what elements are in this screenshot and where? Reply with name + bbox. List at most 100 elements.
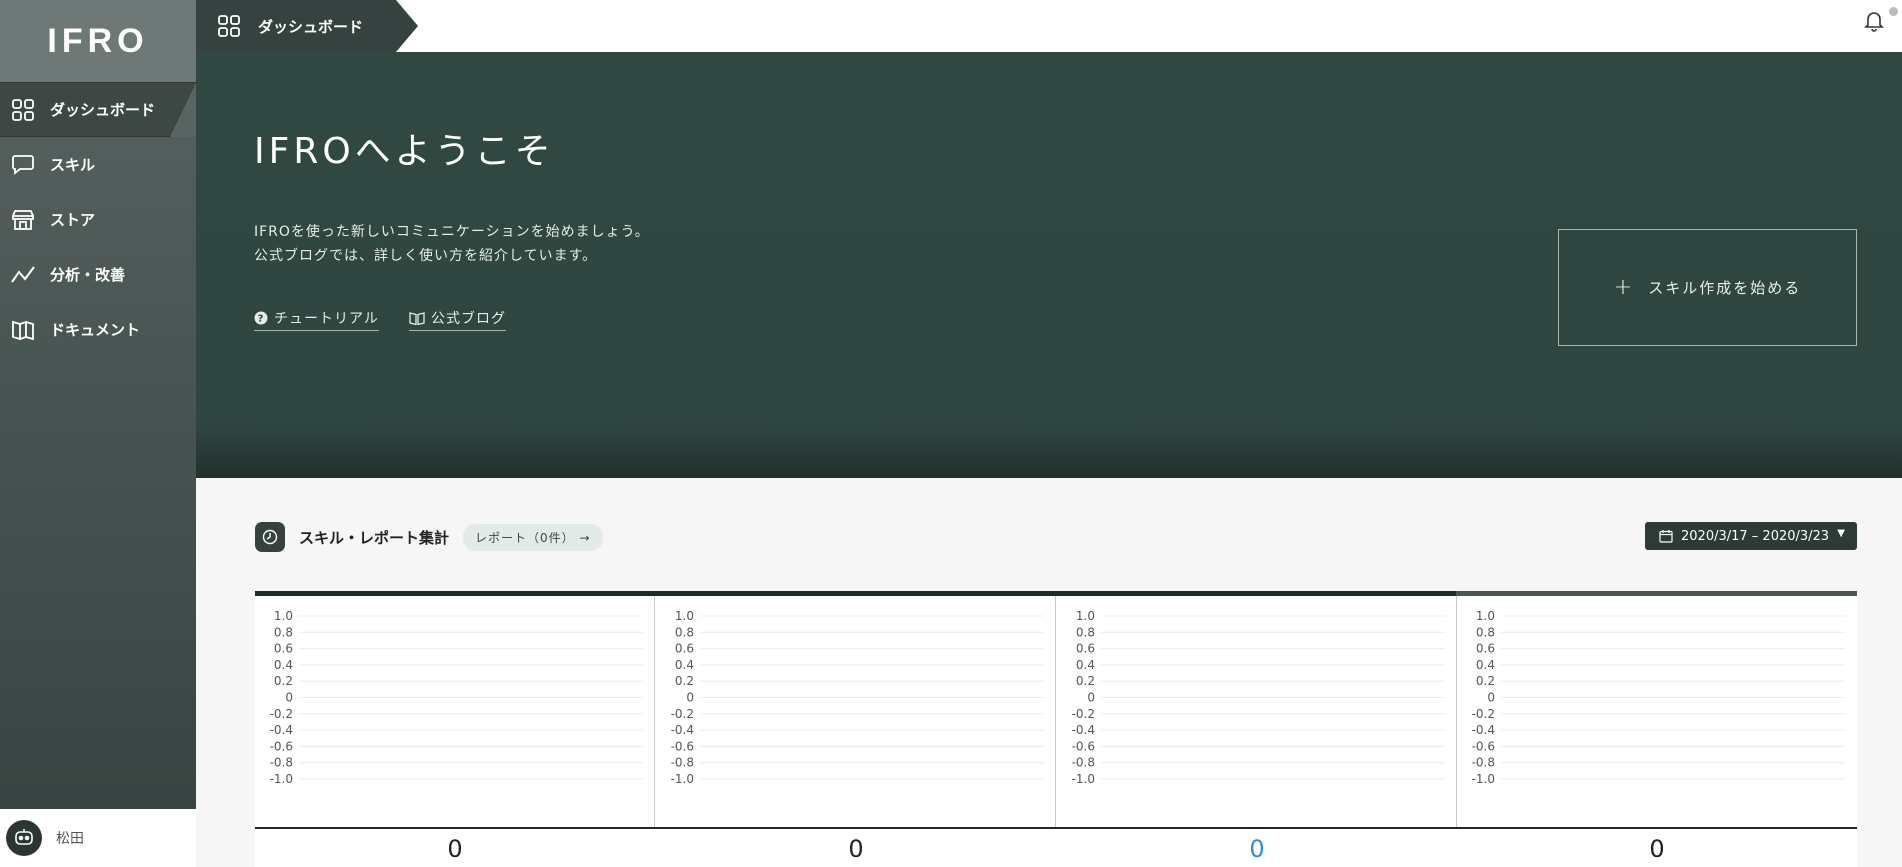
y-tick-label: -0.8 xyxy=(270,756,293,770)
y-tick-label: 0 xyxy=(686,691,694,705)
store-icon xyxy=(10,207,36,233)
start-button-label: スキル作成を始める xyxy=(1648,279,1802,297)
y-tick-label: 0.4 xyxy=(1076,658,1095,672)
sidebar-item-analysis[interactable]: 分析・改善 xyxy=(0,247,196,302)
y-tick-label: 1.0 xyxy=(1476,609,1495,623)
user-name: 松田 xyxy=(56,831,84,847)
clock-icon xyxy=(255,522,285,552)
sidebar-item-document[interactable]: ドキュメント xyxy=(0,302,196,357)
y-tick-label: 0.6 xyxy=(1476,642,1495,656)
y-tick-label: 0.2 xyxy=(675,674,694,688)
y-tick-label: -0.6 xyxy=(1072,739,1095,753)
y-tick-label: 0 xyxy=(285,691,293,705)
chart: 1.0 0.8 0.6 0.4 0.2 0 -0.2 -0.4 -0.6 -0.8 -1.0 xyxy=(1072,609,1445,786)
report-count-link[interactable]: レポート（0件） → xyxy=(463,523,603,551)
y-tick-label: -0.4 xyxy=(1072,723,1095,737)
y-tick-label: -0.4 xyxy=(671,723,694,737)
report-header: スキル・レポート集計 レポート（0件） → xyxy=(255,522,603,552)
y-tick-label: -0.6 xyxy=(671,739,694,753)
y-tick-label: -0.8 xyxy=(1072,756,1095,770)
sidebar-item-dashboard[interactable]: ダッシュボード xyxy=(0,82,196,137)
y-tick-label: 1.0 xyxy=(675,609,694,623)
sidebar-item-label: ダッシュボード xyxy=(50,101,156,119)
y-tick-label: 0 xyxy=(1487,691,1495,705)
y-tick-label: -0.2 xyxy=(1072,707,1095,721)
y-tick-label: 0.6 xyxy=(274,642,293,656)
plus-icon: + xyxy=(1613,275,1635,300)
y-tick-label: -1.0 xyxy=(1072,772,1095,786)
total-value[interactable]: 0 xyxy=(1057,835,1457,863)
chart: 1.0 0.8 0.6 0.4 0.2 0 -0.2 -0.4 -0.6 -0.8 -1.0 xyxy=(270,609,643,786)
y-tick-label: 1.0 xyxy=(274,609,293,623)
book-icon xyxy=(409,312,425,325)
total-value: 0 xyxy=(447,835,463,863)
breadcrumb[interactable]: ダッシュボード xyxy=(196,0,418,52)
user-menu[interactable]: 松田 xyxy=(0,809,196,867)
total-value: 0 xyxy=(1649,835,1665,863)
sidebar-item-label: ストア xyxy=(50,211,96,229)
tutorial-link-label: チュートリアル xyxy=(274,311,379,327)
y-tick-label: -0.2 xyxy=(1472,707,1495,721)
y-tick-label: -1.0 xyxy=(270,772,293,786)
hero-description-line: 公式ブログでは、詳しく使い方を紹介しています。 xyxy=(254,248,598,264)
hero-description-line: IFROを使った新しいコミュニケーションを始めましょう。 xyxy=(254,224,650,240)
tutorial-link[interactable]: ? チュートリアル xyxy=(254,308,379,331)
top-bar: ダッシュボード xyxy=(196,0,1902,52)
calendar-icon xyxy=(1659,530,1673,543)
date-range-picker[interactable]: 2020/3/17 – 2020/3/23 ▼ xyxy=(1645,522,1857,550)
sidebar-item-label: ドキュメント xyxy=(50,321,141,339)
start-skill-creation-button[interactable]: + スキル作成を始める xyxy=(1558,229,1857,346)
totals-row: 0 0 0 0 xyxy=(255,827,1857,867)
grid-icon xyxy=(216,13,242,39)
robot-avatar-icon xyxy=(6,820,42,856)
blog-link[interactable]: 公式ブログ xyxy=(409,308,506,331)
question-circle-icon: ? xyxy=(254,311,268,325)
y-tick-label: 0.8 xyxy=(1476,625,1495,639)
chart-panel: 1.0 0.8 0.6 0.4 0.2 0 -0.2 -0.4 -0.6 -0.8 -1.0 xyxy=(1457,596,1857,827)
sidebar-nav: ダッシュボード スキル ストア 分析・改善 ドキュメント xyxy=(0,82,196,357)
y-tick-label: -0.8 xyxy=(671,756,694,770)
y-tick-label: 0 xyxy=(1087,691,1095,705)
chart-panel: 1.0 0.8 0.6 0.4 0.2 0 -0.2 -0.4 -0.6 -0.8 -1.0 xyxy=(1057,596,1457,827)
chart: 1.0 0.8 0.6 0.4 0.2 0 -0.2 -0.4 -0.6 -0.8 -1.0 xyxy=(1472,609,1845,786)
y-tick-label: 0.2 xyxy=(1076,674,1095,688)
welcome-hero: IFROへようこそ IFROを使った新しいコミュニケーションを始めましょう。 公… xyxy=(196,52,1902,478)
y-tick-label: -1.0 xyxy=(671,772,694,786)
y-tick-label: -0.6 xyxy=(1472,739,1495,753)
speech-bubble-icon xyxy=(10,152,36,178)
report-title: スキル・レポート集計 xyxy=(299,528,450,547)
book-icon xyxy=(10,317,36,343)
y-tick-label: 0.4 xyxy=(1476,658,1495,672)
y-tick-label: -0.6 xyxy=(270,739,293,753)
y-tick-label: -0.2 xyxy=(671,707,694,721)
notification-dot xyxy=(1889,7,1898,16)
y-tick-label: -0.2 xyxy=(270,707,293,721)
sidebar-item-skill[interactable]: スキル xyxy=(0,137,196,192)
chart: 1.0 0.8 0.6 0.4 0.2 0 -0.2 -0.4 -0.6 -0.8 -1.0 xyxy=(671,609,1044,786)
y-tick-label: -0.4 xyxy=(270,723,293,737)
y-tick-label: 0.8 xyxy=(274,625,293,639)
bell-icon[interactable] xyxy=(1864,10,1884,36)
y-tick-label: 0.2 xyxy=(1476,674,1495,688)
date-range-label: 2020/3/17 – 2020/3/23 xyxy=(1681,528,1830,544)
logo-text: IFRO xyxy=(47,21,149,60)
sidebar: IFRO ダッシュボード スキル ストア 分析・改善 ドキュメント 松田 xyxy=(0,0,196,867)
caret-down-icon: ▼ xyxy=(1837,528,1845,539)
y-tick-label: 0.2 xyxy=(274,674,293,688)
page-title: IFROへようこそ xyxy=(254,131,555,172)
y-tick-label: -1.0 xyxy=(1472,772,1495,786)
y-tick-label: 0.8 xyxy=(675,625,694,639)
sidebar-item-store[interactable]: ストア xyxy=(0,192,196,247)
logo[interactable]: IFRO xyxy=(0,0,196,82)
grid-icon xyxy=(10,97,36,123)
hero-description: IFROを使った新しいコミュニケーションを始めましょう。 公式ブログでは、詳しく… xyxy=(254,220,650,268)
y-tick-label: -0.4 xyxy=(1472,723,1495,737)
y-tick-label: 0.4 xyxy=(675,658,694,672)
svg-text:?: ? xyxy=(258,314,265,325)
chart-panels: 1.0 0.8 0.6 0.4 0.2 0 -0.2 -0.4 -0.6 -0.8 -1.0 1.0… xyxy=(255,591,1857,827)
sidebar-item-label: スキル xyxy=(50,156,96,174)
y-tick-label: 0.6 xyxy=(1076,642,1095,656)
blog-link-label: 公式ブログ xyxy=(431,311,506,327)
total-value: 0 xyxy=(848,835,864,863)
y-tick-label: -0.8 xyxy=(1472,756,1495,770)
